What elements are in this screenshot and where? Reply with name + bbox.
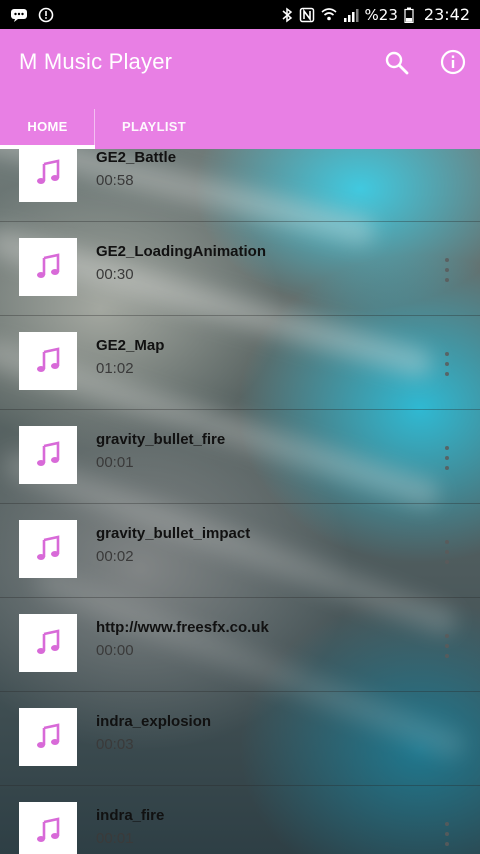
list-item[interactable]: indra_fire 00:01 xyxy=(0,786,480,854)
song-duration: 00:01 xyxy=(96,830,134,847)
music-note-icon xyxy=(37,535,60,560)
song-thumbnail xyxy=(19,708,77,766)
status-bar: %23 23:42 xyxy=(0,0,480,29)
music-note-icon xyxy=(37,441,60,466)
song-title: http://www.freesfx.co.uk xyxy=(96,619,269,636)
app-title: M Music Player xyxy=(19,49,173,74)
music-note-icon xyxy=(37,723,60,748)
song-thumbnail xyxy=(19,149,77,202)
message-icon xyxy=(10,8,28,22)
tab-playlist[interactable]: PLAYLIST xyxy=(95,103,213,149)
battery-icon xyxy=(404,7,414,23)
song-title: indra_explosion xyxy=(96,713,212,730)
list-item[interactable]: GE2_Battle 00:58 xyxy=(0,149,480,222)
tab-bar: HOME PLAYLIST xyxy=(0,103,480,149)
song-title: indra_fire xyxy=(96,807,165,824)
alert-icon xyxy=(38,7,54,23)
song-thumbnail xyxy=(19,426,77,484)
info-button[interactable] xyxy=(438,47,468,77)
song-title: GE2_Battle xyxy=(96,149,177,166)
song-duration: 00:02 xyxy=(96,548,134,565)
signal-icon xyxy=(343,7,359,23)
song-duration: 00:01 xyxy=(96,454,134,471)
song-duration: 00:30 xyxy=(96,266,134,283)
list-item[interactable]: indra_explosion 00:03 xyxy=(0,692,480,786)
more-options-icon[interactable] xyxy=(437,822,457,846)
song-thumbnail xyxy=(19,238,77,296)
list-item[interactable]: GE2_Map 01:02 xyxy=(0,316,480,410)
bluetooth-icon xyxy=(281,7,293,23)
song-thumbnail xyxy=(19,520,77,578)
music-note-icon xyxy=(37,159,60,184)
song-title: GE2_Map xyxy=(96,337,165,354)
music-note-icon xyxy=(37,629,60,654)
more-options-icon[interactable] xyxy=(437,634,457,658)
list-item[interactable]: gravity_bullet_fire 00:01 xyxy=(0,410,480,504)
song-thumbnail xyxy=(19,614,77,672)
song-duration: 00:58 xyxy=(96,172,134,189)
more-options-icon[interactable] xyxy=(437,352,457,376)
more-options-icon[interactable] xyxy=(437,446,457,470)
song-duration: 01:02 xyxy=(96,360,134,377)
song-thumbnail xyxy=(19,332,77,390)
search-icon xyxy=(385,51,409,75)
nfc-icon xyxy=(299,7,315,23)
info-icon xyxy=(440,49,466,75)
song-title: gravity_bullet_fire xyxy=(96,431,226,448)
music-note-icon xyxy=(37,817,60,842)
status-time: 23:42 xyxy=(423,5,470,24)
song-thumbnail xyxy=(19,802,77,854)
list-item[interactable]: GE2_LoadingAnimation 00:30 xyxy=(0,222,480,316)
song-duration: 00:03 xyxy=(96,736,134,753)
list-item[interactable]: gravity_bullet_impact 00:02 xyxy=(0,504,480,598)
app-bar: M Music Player HOME PLAYLIST xyxy=(0,29,480,149)
song-title: gravity_bullet_impact xyxy=(96,525,251,542)
more-options-icon[interactable] xyxy=(437,540,457,564)
search-button[interactable] xyxy=(383,49,411,77)
music-note-icon xyxy=(37,253,60,278)
wifi-icon xyxy=(321,7,337,23)
tab-home[interactable]: HOME xyxy=(0,103,95,149)
music-note-icon xyxy=(37,347,60,372)
song-duration: 00:00 xyxy=(96,642,134,659)
battery-percent: %23 xyxy=(364,5,398,24)
list-item[interactable]: http://www.freesfx.co.uk 00:00 xyxy=(0,598,480,692)
song-list[interactable]: GE2_Battle 00:58 GE2_LoadingAnimation 00… xyxy=(0,149,480,854)
more-options-icon[interactable] xyxy=(437,258,457,282)
song-title: GE2_LoadingAnimation xyxy=(96,243,267,260)
